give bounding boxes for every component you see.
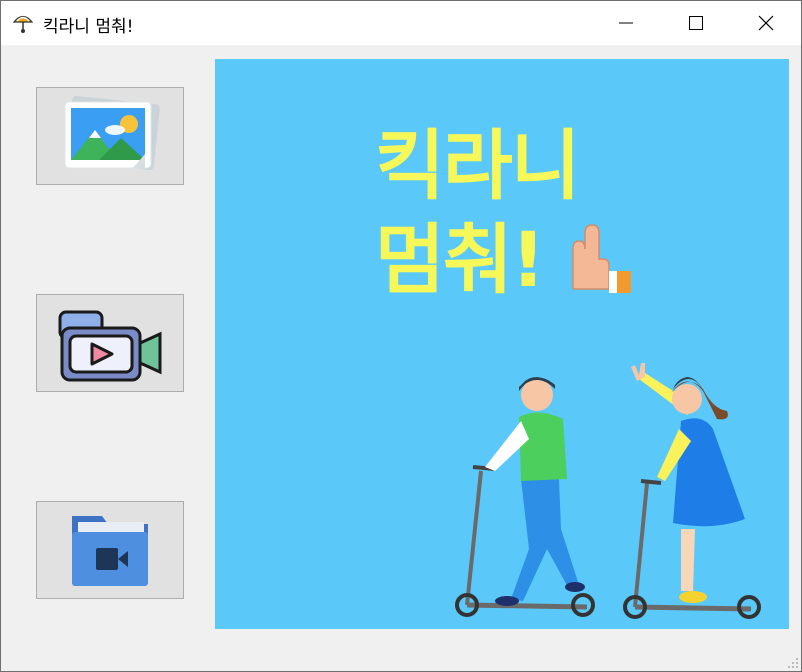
- image-icon: [64, 96, 160, 171]
- title-bar[interactable]: 킥라니 멈춰!: [1, 1, 801, 45]
- image-button[interactable]: [36, 87, 184, 185]
- video-camera-button[interactable]: [36, 294, 184, 392]
- scooter-riders-illustration: [455, 363, 761, 619]
- maximize-icon: [689, 16, 703, 30]
- poster-line-1: 킥라니: [375, 121, 581, 210]
- poster-image: 킥라니 멈춰!: [215, 59, 789, 629]
- app-icon: [12, 15, 34, 33]
- resize-grip-icon[interactable]: [787, 657, 799, 669]
- close-button[interactable]: [731, 1, 801, 45]
- window-title: 킥라니 멈춰!: [43, 17, 134, 37]
- video-camera-icon: [58, 310, 162, 382]
- stop-hand-icon: [572, 224, 631, 293]
- girl-rider: [623, 363, 761, 619]
- boy-rider: [455, 377, 595, 617]
- maximize-button[interactable]: [661, 1, 731, 45]
- video-folder-icon: [72, 516, 148, 586]
- app-window: 킥라니 멈춰! 킥라니 멈춰!: [0, 0, 802, 672]
- video-folder-button[interactable]: [36, 501, 184, 599]
- close-icon: [758, 15, 774, 31]
- minimize-icon: [619, 22, 633, 24]
- minimize-button[interactable]: [591, 1, 661, 45]
